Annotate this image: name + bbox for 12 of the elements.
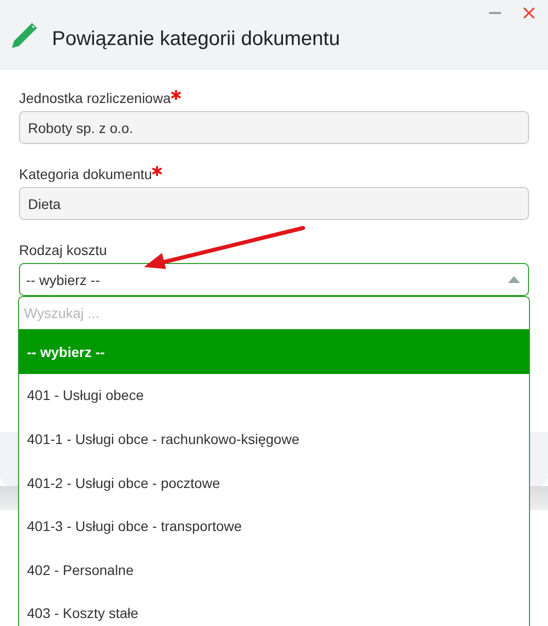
input-field[interactable]: Roboty sp. z o.o.: [19, 111, 529, 144]
search-field[interactable]: Wyszukaj ...: [19, 297, 529, 330]
select-field[interactable]: -- wybierz --: [19, 263, 529, 296]
input-field[interactable]: Dieta: [19, 187, 529, 220]
dialog-title: Powiązanie kategorii dokumentu: [52, 28, 340, 50]
caret-icon: [508, 276, 520, 283]
field-label: Rodzaj kosztu: [19, 242, 107, 258]
field-label: Jednostka rozliczeniowa: [19, 90, 171, 106]
minimize-icon: [489, 12, 501, 14]
field-label: Kategoria dokumentu: [19, 166, 152, 182]
dropdown-option[interactable]: -- wybierz --: [19, 330, 529, 374]
pencil-icon: [10, 21, 38, 49]
